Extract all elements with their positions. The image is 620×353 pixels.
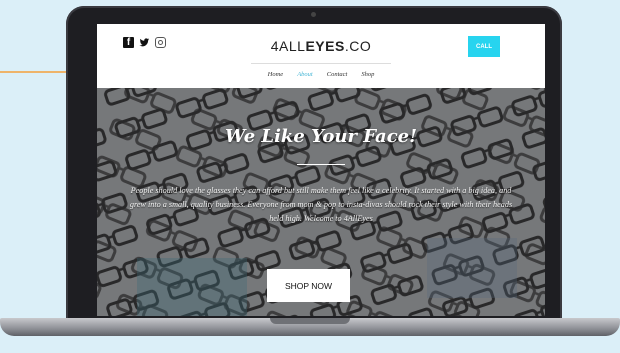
nav-home[interactable]: Home [268,71,284,78]
site-header: f 4ALLEYES.CO CALL Home About Contact Sh… [97,24,545,88]
main-nav: Home About Contact Shop [97,71,545,78]
shop-now-button[interactable]: SHOP NOW [267,269,350,302]
hero-title: We Like Your Face! [224,126,418,147]
hero-description: People should love the glasses they can … [129,186,513,223]
laptop-notch [270,318,350,324]
hero-divider [297,164,345,165]
header-divider [251,63,391,64]
nav-shop[interactable]: Shop [361,71,374,78]
webcam [311,12,316,17]
nav-about[interactable]: About [297,71,313,78]
website-screen: f 4ALLEYES.CO CALL Home About Contact Sh… [97,24,545,316]
hero-section: We Like Your Face! People should love th… [97,88,545,316]
call-button[interactable]: CALL [468,36,500,57]
nav-contact[interactable]: Contact [327,71,348,78]
